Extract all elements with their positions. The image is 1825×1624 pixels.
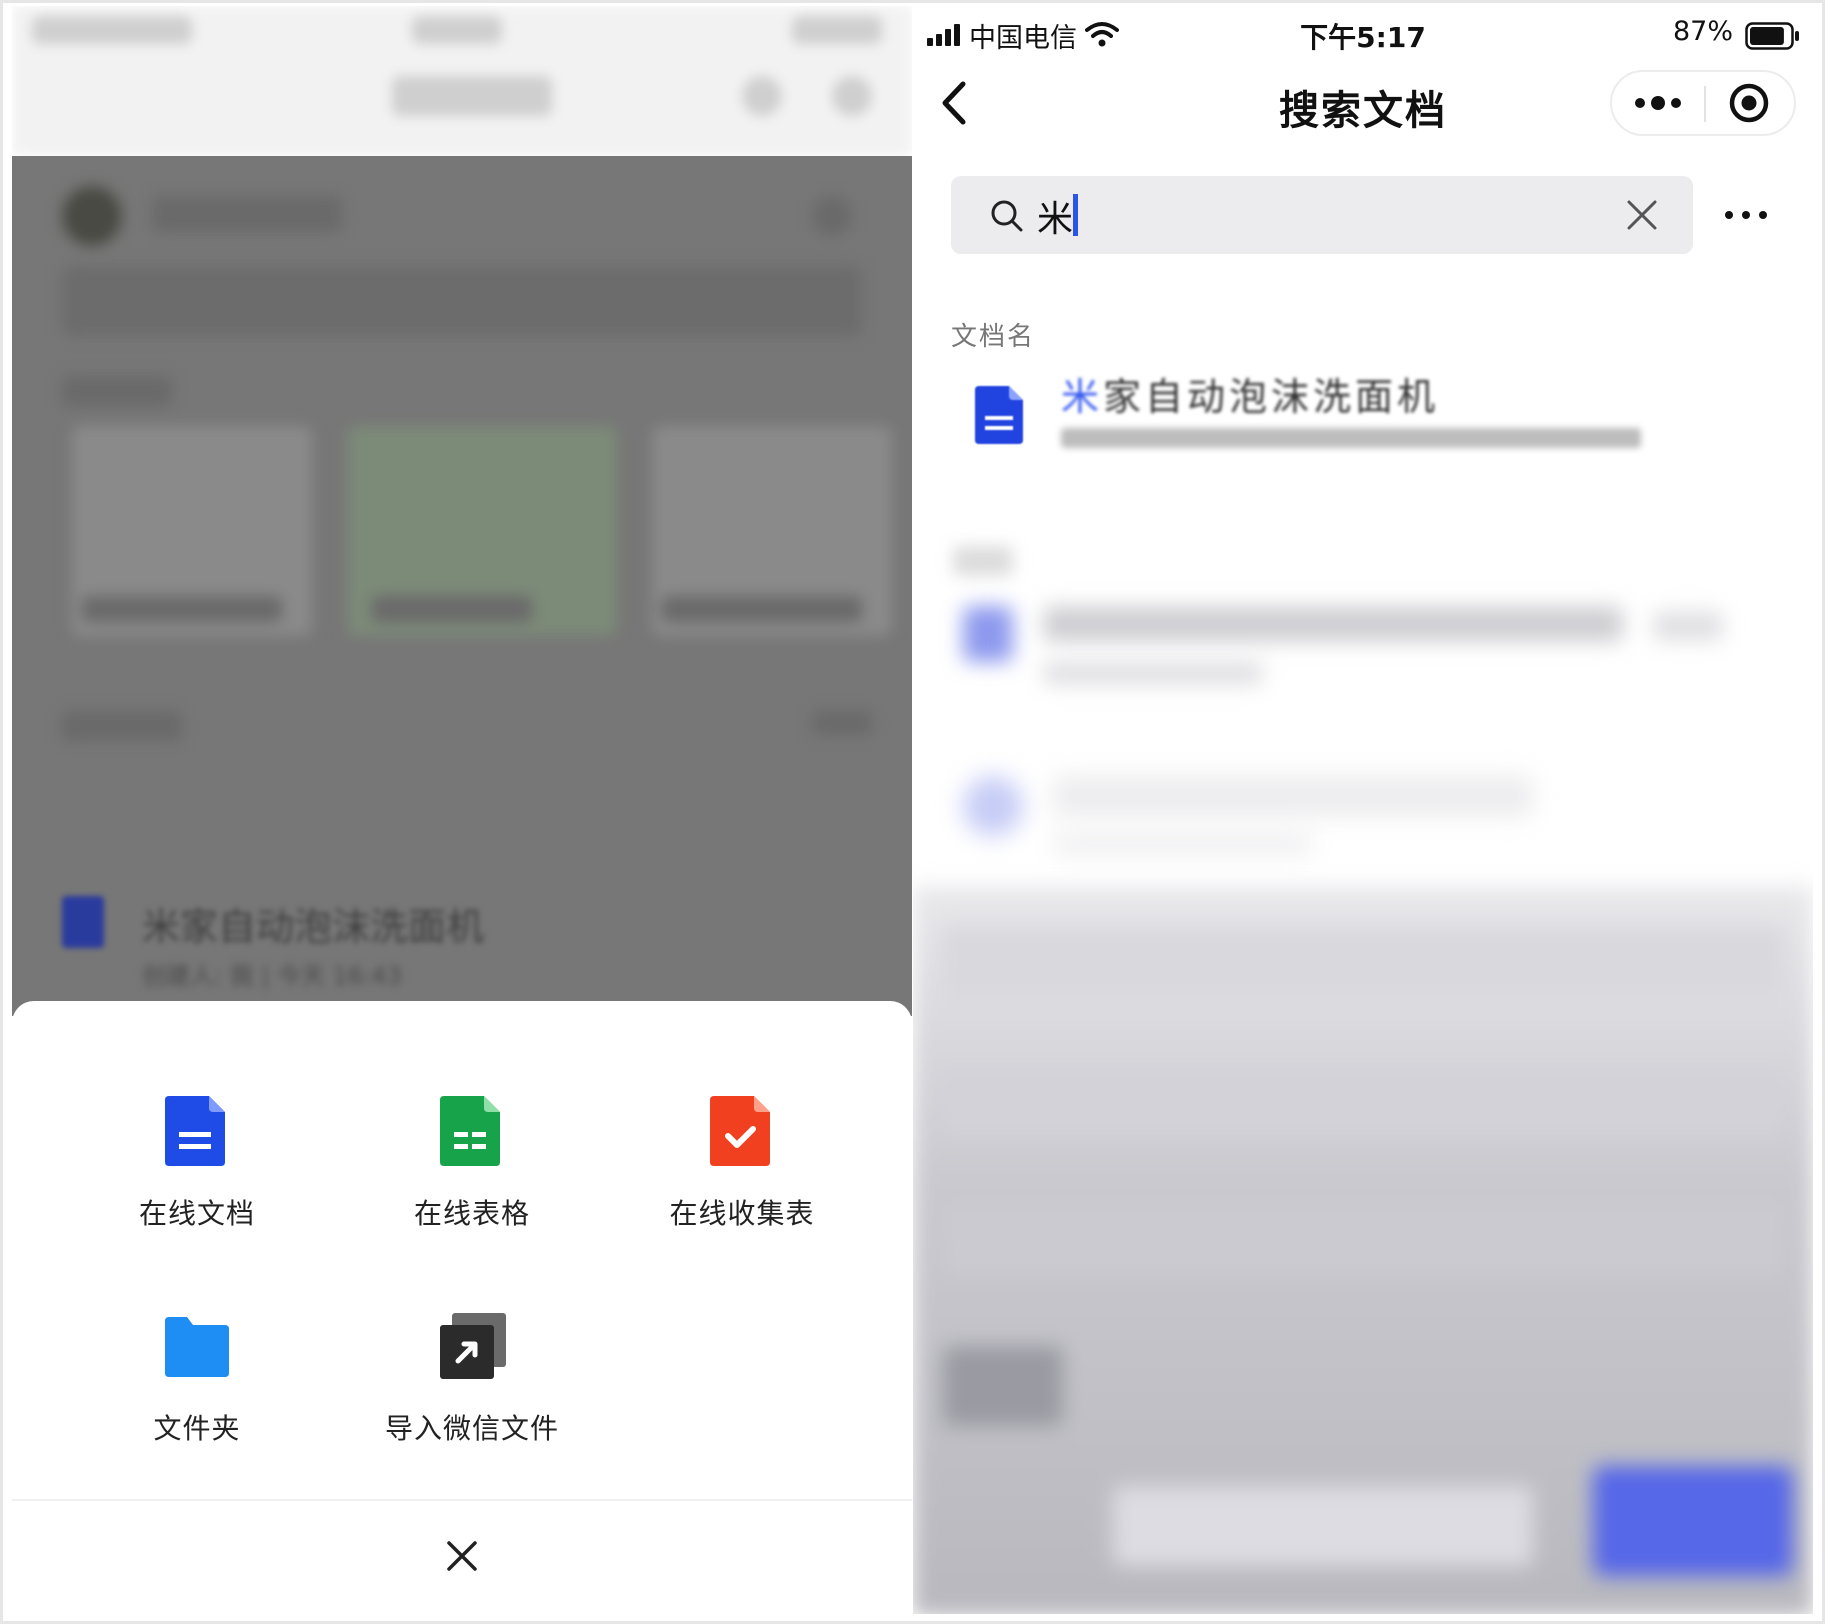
mini-program-capsule xyxy=(1610,70,1796,136)
status-bar: 中国电信 下午5:17 87% xyxy=(913,6,1813,66)
result-meta-placeholder xyxy=(1061,426,1641,454)
doc-icon xyxy=(62,896,104,948)
import-wechat-file-button[interactable]: 导入微信文件 xyxy=(342,1311,602,1447)
target-icon xyxy=(1729,83,1769,123)
dimmed-background: 米家自动泡沫洗面机 创建人: 我 | 今天 16:43 xyxy=(12,156,912,1016)
create-folder-label: 文件夹 xyxy=(153,1412,241,1445)
close-button[interactable] xyxy=(437,1531,487,1581)
folder-icon xyxy=(165,1311,229,1381)
search-icon xyxy=(991,200,1023,232)
left-screen: 米家自动泡沫洗面机 创建人: 我 | 今天 16:43 在线文档 在线表格 在线… xyxy=(12,6,912,1614)
online-doc-icon xyxy=(165,1096,229,1166)
result-title-rest: 家自动泡沫洗面机 xyxy=(1103,375,1440,419)
background-doc-meta: 创建人: 我 | 今天 16:43 xyxy=(142,962,402,990)
create-online-sheet-button[interactable]: 在线表格 xyxy=(342,1096,602,1232)
import-wechat-file-label: 导入微信文件 xyxy=(384,1412,559,1445)
result-title: 米家自动泡沫洗面机 xyxy=(1061,366,1439,421)
clear-icon xyxy=(1627,200,1657,230)
search-box[interactable] xyxy=(951,176,1693,254)
create-online-sheet-label: 在线表格 xyxy=(413,1197,530,1230)
search-result-item[interactable]: 米家自动泡沫洗面机 xyxy=(951,356,1781,476)
create-folder-button[interactable]: 文件夹 xyxy=(67,1311,327,1447)
create-bottom-sheet: 在线文档 在线表格 在线收集表 文件夹 导入微信文件 xyxy=(12,1001,912,1614)
more-dots-icon xyxy=(1635,96,1681,110)
background-doc-title: 米家自动泡沫洗面机 xyxy=(142,905,485,949)
capsule-close-button[interactable] xyxy=(1726,80,1772,126)
create-online-form-label: 在线收集表 xyxy=(669,1197,815,1230)
more-horizontal-icon xyxy=(1725,211,1767,219)
sheet-divider xyxy=(12,1499,912,1501)
result-title-highlight: 米 xyxy=(1061,375,1104,419)
search-input[interactable] xyxy=(1035,190,1599,242)
create-online-doc-button[interactable]: 在线文档 xyxy=(67,1096,327,1232)
section-label-doc-name: 文档名 xyxy=(951,322,1036,352)
online-sheet-icon xyxy=(440,1096,504,1166)
right-screen: 中国电信 下午5:17 87% 搜索文档 米 文档名 米家自动泡沫洗面机 xyxy=(913,6,1813,1614)
navigation-bar: 搜索文档 xyxy=(913,68,1813,148)
search-more-button[interactable] xyxy=(1721,194,1771,236)
text-caret xyxy=(1073,194,1078,236)
search-row xyxy=(951,176,1781,256)
battery-level-fill xyxy=(1750,27,1784,45)
battery-percent: 87% xyxy=(1672,16,1733,47)
capsule-divider xyxy=(1704,86,1706,122)
close-icon xyxy=(447,1541,477,1571)
import-wechat-file-icon xyxy=(440,1311,506,1381)
doc-icon xyxy=(975,386,1023,444)
capsule-more-button[interactable] xyxy=(1630,82,1686,124)
blurred-header xyxy=(12,6,912,156)
clear-search-button[interactable] xyxy=(1621,194,1663,236)
create-online-doc-label: 在线文档 xyxy=(138,1197,255,1230)
blurred-keyboard xyxy=(913,886,1813,1614)
online-form-icon xyxy=(710,1096,774,1166)
create-online-form-button[interactable]: 在线收集表 xyxy=(612,1096,872,1232)
battery-icon xyxy=(1745,22,1799,50)
